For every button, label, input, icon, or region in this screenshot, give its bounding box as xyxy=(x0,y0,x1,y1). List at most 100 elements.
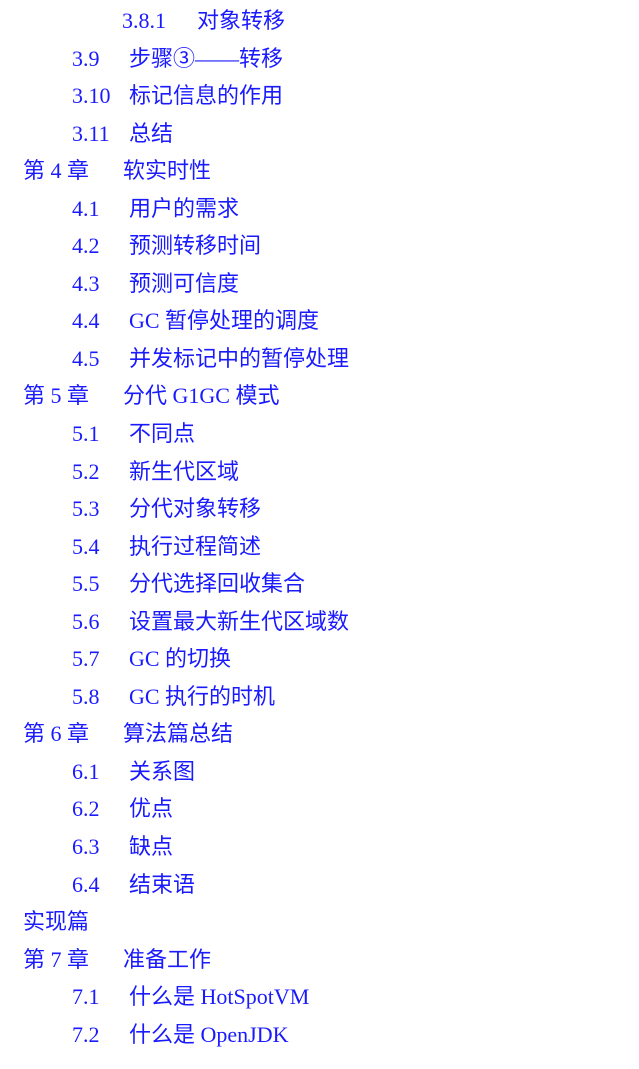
toc-section-entry[interactable]: 5.7 GC 的切换 xyxy=(0,640,639,678)
toc-section-entry[interactable]: 4.4 GC 暂停处理的调度 xyxy=(0,302,639,340)
toc-section-entry[interactable]: 5.4 执行过程简述 xyxy=(0,528,639,566)
toc-number: 4.2 xyxy=(72,233,100,259)
toc-part-entry[interactable]: 实现篇 xyxy=(0,903,639,941)
toc-link[interactable]: 6.2 优点 xyxy=(72,790,173,828)
toc-section-entry[interactable]: 7.1 什么是 HotSpotVM xyxy=(0,978,639,1016)
toc-link[interactable]: 实现篇 xyxy=(23,903,89,941)
toc-link[interactable]: 4.4 GC 暂停处理的调度 xyxy=(72,302,319,340)
toc-number: 5.2 xyxy=(72,458,100,484)
toc-title: 预测可信度 xyxy=(129,270,240,296)
toc-section-entry[interactable]: 5.8 GC 执行的时机 xyxy=(0,678,639,716)
toc-number: 5.4 xyxy=(72,533,100,559)
toc-link[interactable]: 5.4 执行过程简述 xyxy=(72,528,261,566)
toc-link[interactable]: 6.1 关系图 xyxy=(72,753,195,791)
toc-section-entry[interactable]: 5.3 分代对象转移 xyxy=(0,490,639,528)
toc-title: 分代 G1GC 模式 xyxy=(123,383,280,409)
toc-chapter-entry[interactable]: 第 4 章 软实时性 xyxy=(0,152,639,190)
toc-link[interactable]: 5.8 GC 执行的时机 xyxy=(72,678,275,716)
toc-title: 准备工作 xyxy=(123,946,212,972)
toc-title: 优点 xyxy=(129,796,174,822)
toc-title: 软实时性 xyxy=(123,158,212,184)
toc-section-entry[interactable]: 4.3 预测可信度 xyxy=(0,265,639,303)
toc-number: 3.10 xyxy=(72,83,111,109)
toc-section-entry[interactable]: 5.6 设置最大新生代区域数 xyxy=(0,603,639,641)
toc-number: 3.11 xyxy=(72,120,110,146)
toc-number: 4.5 xyxy=(72,345,100,371)
toc-link[interactable]: 3.11 总结 xyxy=(72,115,173,153)
toc-section-entry[interactable]: 3.9 步骤③——转移 xyxy=(0,40,639,78)
toc-link[interactable]: 5.1 不同点 xyxy=(72,415,195,453)
toc-section-entry[interactable]: 3.10 标记信息的作用 xyxy=(0,77,639,115)
toc-chapter-entry[interactable]: 第 6 章 算法篇总结 xyxy=(0,715,639,753)
toc-title: 步骤③——转移 xyxy=(129,45,284,71)
toc-number: 7.2 xyxy=(72,1021,100,1047)
toc-section-entry[interactable]: 4.1 用户的需求 xyxy=(0,190,639,228)
toc-title: 缺点 xyxy=(129,834,174,860)
toc-section-entry[interactable]: 6.2 优点 xyxy=(0,790,639,828)
toc-section-entry[interactable]: 6.1 关系图 xyxy=(0,753,639,791)
toc-link[interactable]: 4.2 预测转移时间 xyxy=(72,227,261,265)
toc-section-entry[interactable]: 4.2 预测转移时间 xyxy=(0,227,639,265)
toc-link[interactable]: 4.3 预测可信度 xyxy=(72,265,239,303)
toc-title: 预测转移时间 xyxy=(129,233,262,259)
toc-number: 6.3 xyxy=(72,834,100,860)
toc-section-entry[interactable]: 6.4 结束语 xyxy=(0,866,639,904)
toc-title: 不同点 xyxy=(129,421,196,447)
toc-title: 什么是 OpenJDK xyxy=(129,1021,289,1047)
toc-link[interactable]: 3.8.1 对象转移 xyxy=(122,2,285,40)
toc-section-entry[interactable]: 7.2 什么是 OpenJDK xyxy=(0,1016,639,1054)
toc-number: 7.1 xyxy=(72,984,100,1010)
toc-link[interactable]: 6.4 结束语 xyxy=(72,866,195,904)
toc-link[interactable]: 第 5 章 分代 G1GC 模式 xyxy=(23,377,279,415)
toc-chapter-entry[interactable]: 第 5 章 分代 G1GC 模式 xyxy=(0,377,639,415)
toc-link[interactable]: 7.1 什么是 HotSpotVM xyxy=(72,978,309,1016)
toc-title: 结束语 xyxy=(129,871,196,897)
toc-link[interactable]: 4.5 并发标记中的暂停处理 xyxy=(72,340,349,378)
toc-number: 第 4 章 xyxy=(23,158,90,184)
toc-subsection-entry[interactable]: 3.8.1 对象转移 xyxy=(0,2,639,40)
toc-section-entry[interactable]: 3.11 总结 xyxy=(0,115,639,153)
toc-number: 第 5 章 xyxy=(23,383,90,409)
toc-section-entry[interactable]: 4.5 并发标记中的暂停处理 xyxy=(0,340,639,378)
toc-title: GC 的切换 xyxy=(129,646,232,672)
toc-number: 3.9 xyxy=(72,45,100,71)
toc-title: 执行过程简述 xyxy=(129,533,262,559)
toc-number: 4.1 xyxy=(72,195,100,221)
toc-link[interactable]: 第 6 章 算法篇总结 xyxy=(23,715,233,753)
toc-link[interactable]: 5.3 分代对象转移 xyxy=(72,490,261,528)
toc-link[interactable]: 5.7 GC 的切换 xyxy=(72,640,231,678)
toc-section-entry[interactable]: 6.3 缺点 xyxy=(0,828,639,866)
toc-section-entry[interactable]: 5.2 新生代区域 xyxy=(0,453,639,491)
toc-number: 第 6 章 xyxy=(23,721,90,747)
toc-number: 第 7 章 xyxy=(23,946,90,972)
toc-title: 对象转移 xyxy=(197,8,286,33)
toc-number: 5.7 xyxy=(72,646,100,672)
toc-link[interactable]: 3.10 标记信息的作用 xyxy=(72,77,283,115)
toc-section-entry[interactable]: 5.5 分代选择回收集合 xyxy=(0,565,639,603)
toc-title: 什么是 HotSpotVM xyxy=(129,984,310,1010)
toc-link[interactable]: 6.3 缺点 xyxy=(72,828,173,866)
toc-number: 5.8 xyxy=(72,683,100,709)
toc-section-entry[interactable]: 5.1 不同点 xyxy=(0,415,639,453)
toc-link[interactable]: 5.6 设置最大新生代区域数 xyxy=(72,603,349,641)
toc-link[interactable]: 第 7 章 准备工作 xyxy=(23,941,211,979)
toc-title: 关系图 xyxy=(129,758,196,784)
toc-link[interactable]: 7.2 什么是 OpenJDK xyxy=(72,1016,289,1054)
toc-link[interactable]: 5.5 分代选择回收集合 xyxy=(72,565,305,603)
toc-link[interactable]: 3.9 步骤③——转移 xyxy=(72,40,283,78)
toc-title: 分代选择回收集合 xyxy=(129,571,306,597)
toc-title: 用户的需求 xyxy=(129,195,240,221)
toc-title: 并发标记中的暂停处理 xyxy=(129,345,350,371)
toc-link[interactable]: 第 4 章 软实时性 xyxy=(23,152,211,190)
toc-title: 新生代区域 xyxy=(129,458,240,484)
toc-title: 算法篇总结 xyxy=(123,721,234,747)
toc-link[interactable]: 5.2 新生代区域 xyxy=(72,453,239,491)
toc-title: GC 执行的时机 xyxy=(129,683,276,709)
toc-chapter-entry[interactable]: 第 7 章 准备工作 xyxy=(0,941,639,979)
toc-title: 设置最大新生代区域数 xyxy=(129,608,350,634)
toc-number: 4.3 xyxy=(72,270,100,296)
toc-number: 5.5 xyxy=(72,571,100,597)
toc-title: 总结 xyxy=(129,120,174,146)
table-of-contents: 3.8.1 对象转移 3.9 步骤③——转移 3.10 标记信息的作用 3.11 总结第 4 … xyxy=(0,2,639,1053)
toc-link[interactable]: 4.1 用户的需求 xyxy=(72,190,239,228)
